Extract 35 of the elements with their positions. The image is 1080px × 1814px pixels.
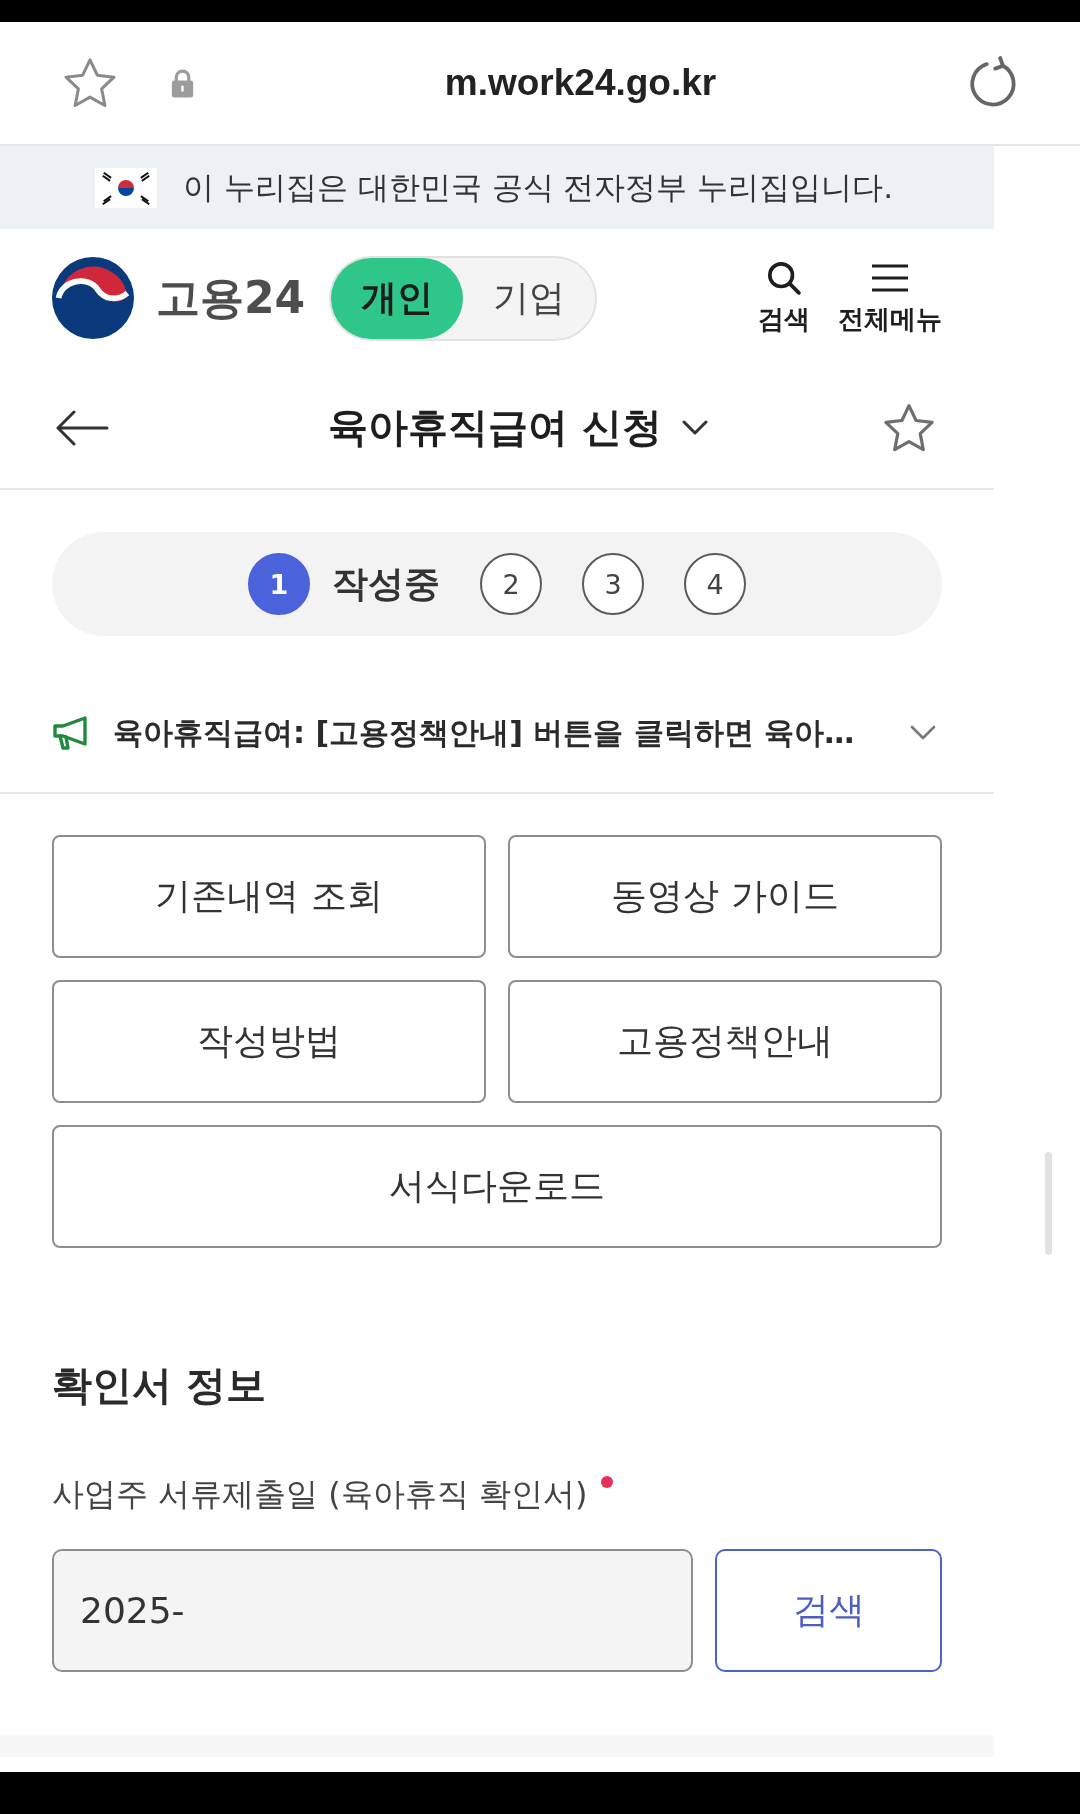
notice-text[interactable]: 육아휴직급여: [고용정책안내] 버튼을 클릭하면 육아… xyxy=(113,712,855,754)
step-label: 작성중 xyxy=(332,561,440,606)
lock-icon[interactable] xyxy=(170,68,195,98)
search-button[interactable]: 검색 xyxy=(758,261,810,335)
menu-button[interactable]: 전체메뉴 xyxy=(838,261,942,335)
outline-button[interactable]: 기존내역 조회 xyxy=(52,835,486,958)
toggle-option[interactable]: 기업 xyxy=(463,257,596,339)
menu-icon xyxy=(872,264,908,292)
star-icon[interactable] xyxy=(883,402,935,453)
search-button[interactable]: 검색 xyxy=(715,1549,942,1672)
step-indicator: 4 xyxy=(684,553,746,615)
scrollbar-thumb[interactable] xyxy=(1045,1152,1052,1255)
logo-text[interactable]: 고용24 xyxy=(156,268,306,328)
field-label: 사업주 서류제출일 (육아휴직 확인서) xyxy=(52,1474,588,1515)
back-arrow-icon[interactable] xyxy=(55,409,109,446)
outline-button[interactable]: 동영상 가이드 xyxy=(508,835,942,958)
date-field[interactable]: 2025- xyxy=(52,1549,693,1672)
section-title: 확인서 정보 xyxy=(52,1361,267,1410)
url-text[interactable]: m.work24.go.kr xyxy=(195,62,966,104)
step-indicator: 1 xyxy=(248,553,310,615)
page-title-dropdown[interactable]: 육아휴직급여 신청 xyxy=(282,400,708,455)
search-icon xyxy=(767,261,801,295)
chevron-down-icon xyxy=(681,419,708,436)
megaphone-icon xyxy=(52,715,90,751)
star-icon[interactable] xyxy=(63,57,117,109)
outline-button[interactable]: 고용정책안내 xyxy=(508,980,942,1103)
banner-text: 이 누리집은 대한민국 공식 전자정부 누리집입니다. xyxy=(183,167,894,207)
emblem-icon[interactable] xyxy=(52,257,134,339)
outline-button[interactable]: 서식다운로드 xyxy=(52,1125,942,1248)
step-indicator: 2 xyxy=(480,553,542,615)
outline-button[interactable]: 작성방법 xyxy=(52,980,486,1103)
toggle-option[interactable]: 개인 xyxy=(331,257,464,339)
flag-icon xyxy=(95,167,157,208)
chevron-down-icon[interactable] xyxy=(910,725,936,741)
step-indicator: 3 xyxy=(582,553,644,615)
